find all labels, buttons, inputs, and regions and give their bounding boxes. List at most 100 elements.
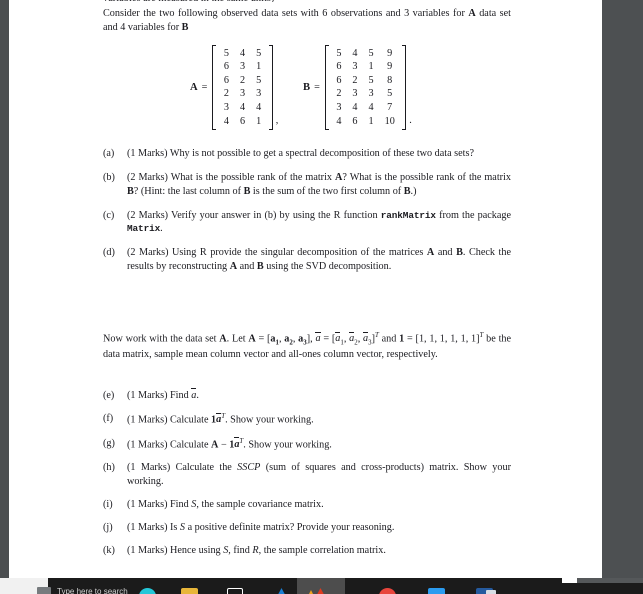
- cell: 3: [223, 102, 229, 113]
- table-row: 6 3 1: [218, 61, 266, 75]
- question-marks-a: (1 Marks): [127, 148, 168, 159]
- table-row: 5 4 5 9: [331, 47, 400, 61]
- matrix-a-table: 5 4 5 6 3 1 6 2 5 2 3 3 3 4 4 4 6 1: [218, 47, 266, 128]
- table-row: 2 3 3: [218, 88, 266, 102]
- question-marks-k: (1 Marks): [127, 544, 168, 556]
- cell: 4: [240, 102, 246, 113]
- question-marks-d: (2 Marks): [127, 247, 169, 259]
- table-row: 5 4 5: [218, 47, 266, 61]
- table-row: 2 3 3 5: [331, 88, 400, 102]
- cell: 3: [240, 88, 246, 100]
- cell: 3: [352, 61, 358, 73]
- question-label-h: (h): [103, 461, 115, 473]
- cell: 5: [336, 47, 342, 59]
- cell: 9: [387, 47, 393, 59]
- now-text-1: Now work with the data set: [103, 333, 220, 345]
- question-item-i: (i) (1 Marks) Find S, the sample covarian…: [103, 498, 511, 512]
- f-a-bar: a: [216, 412, 222, 426]
- cell: 3: [352, 88, 358, 100]
- question-marks-g: (1 Marks): [127, 438, 168, 450]
- onedrive-icon[interactable]: [273, 588, 290, 594]
- question-text-b2: ? What is the possible rank of the matri…: [342, 172, 511, 184]
- cell: 9: [387, 61, 393, 73]
- cell: 3: [368, 88, 374, 100]
- question-text-c3: .: [160, 223, 163, 235]
- table-row: 6 2 5 8: [331, 74, 400, 88]
- e-a-bar: a: [191, 388, 197, 401]
- cell: 2: [223, 88, 229, 100]
- cell: 7: [387, 102, 393, 113]
- a-bar-3: a: [363, 331, 369, 345]
- question-item-c: (c) (2 Marks) Verify your answer in (b) b…: [103, 209, 511, 236]
- taskbar[interactable]: Type here to search: [0, 578, 643, 594]
- cell: 1: [368, 115, 374, 127]
- now-bold-a-1: A: [219, 333, 227, 345]
- question-text-b5: .): [410, 185, 417, 197]
- question-label-k: (k): [103, 544, 115, 556]
- word-icon[interactable]: [428, 588, 445, 594]
- question-item-g: (g) (1 Marks) Calculate A − 1aT. Show you…: [103, 437, 511, 452]
- matrix-b-bracket: 5 4 5 9 6 3 1 9 6 2 5 8 2 3 3 5 3 4 4 7 …: [324, 45, 407, 131]
- cell: 5: [368, 47, 374, 59]
- cell: 4: [352, 47, 358, 59]
- question-marks-c: (2 Marks): [127, 209, 169, 221]
- cell: 6: [336, 74, 342, 86]
- question-text-k2: , find: [228, 544, 253, 556]
- question-text-i2: , the sample covariance matrix.: [196, 498, 324, 510]
- now-text-11: and: [378, 333, 400, 345]
- question-marks-e: (1 Marks): [127, 390, 168, 401]
- cell: 2: [240, 74, 246, 86]
- question-marks-h: (1 Marks): [127, 461, 171, 473]
- question-label-e: (e): [103, 390, 115, 401]
- question-marks-i: (1 Marks): [127, 498, 168, 510]
- table-row: 3 4 4 7: [331, 101, 400, 115]
- table-row: 4 6 1: [218, 115, 266, 129]
- question-d-bold-d: B: [256, 260, 264, 272]
- question-label-a: (a): [103, 148, 115, 159]
- matrix-b-equals: =: [314, 81, 320, 93]
- question-list-part-1: (a) (1 Marks) Why is not possible to get …: [103, 147, 511, 284]
- question-text-e1: Find: [167, 390, 192, 401]
- document-page: variables are measured in the same units…: [9, 0, 602, 578]
- cell: 10: [384, 115, 395, 127]
- question-text-c2: from the package: [435, 209, 511, 221]
- question-item-e: (e) (1 Marks) Find a.: [103, 388, 511, 403]
- cell: 1: [368, 61, 374, 73]
- desktop-backdrop-left: [0, 0, 9, 578]
- question-label-j: (j): [103, 521, 113, 533]
- question-text-d4: and: [237, 260, 257, 272]
- question-label-i: (i): [103, 498, 113, 510]
- cell: 5: [256, 47, 262, 59]
- now-text-6: ],: [306, 333, 316, 345]
- cell: 3: [240, 61, 246, 73]
- now-work-paragraph: Now work with the data set A. Let A = [a…: [103, 331, 511, 361]
- file-explorer-icon[interactable]: [181, 588, 198, 594]
- cell: 6: [336, 61, 342, 73]
- cell: 3: [256, 88, 262, 100]
- matrix-b-label: B: [303, 81, 311, 93]
- screen: variables are measured in the same units…: [0, 0, 643, 594]
- taskbar-search-label[interactable]: Type here to search: [57, 587, 128, 594]
- question-text-k3: , the sample correlation matrix.: [258, 544, 386, 556]
- g-a-bar: a: [234, 437, 240, 450]
- question-text-d2: and: [434, 247, 457, 259]
- question-text-b3: ? (Hint: the last column of: [133, 185, 244, 197]
- question-b-bold-b: B: [127, 185, 134, 197]
- question-label-d: (d): [103, 247, 115, 259]
- now-text-7: = [: [320, 333, 336, 345]
- question-marks-b: (2 Marks): [127, 172, 168, 184]
- matrix-a-bracket: 5 4 5 6 3 1 6 2 5 2 3 3 3 4 4 4 6 1: [212, 45, 273, 131]
- matrix-b-table: 5 4 5 9 6 3 1 9 6 2 5 8 2 3 3 5 3 4 4 7 …: [331, 47, 400, 128]
- question-d-bold-c: A: [229, 260, 238, 272]
- cortana-icon[interactable]: [139, 588, 156, 594]
- taskbar-system-tray[interactable]: [577, 578, 643, 583]
- store-icon[interactable]: [227, 588, 243, 594]
- question-item-b: (b) (2 Marks) What is the possible rank o…: [103, 171, 511, 198]
- chrome-icon[interactable]: [379, 588, 396, 594]
- cell: 4: [256, 102, 262, 113]
- cell: 1: [256, 115, 262, 127]
- cell: 5: [368, 74, 374, 86]
- taskbar-right-divider: [562, 578, 577, 583]
- question-label-f: (f): [103, 413, 114, 425]
- matrix-a-label: A: [190, 81, 198, 93]
